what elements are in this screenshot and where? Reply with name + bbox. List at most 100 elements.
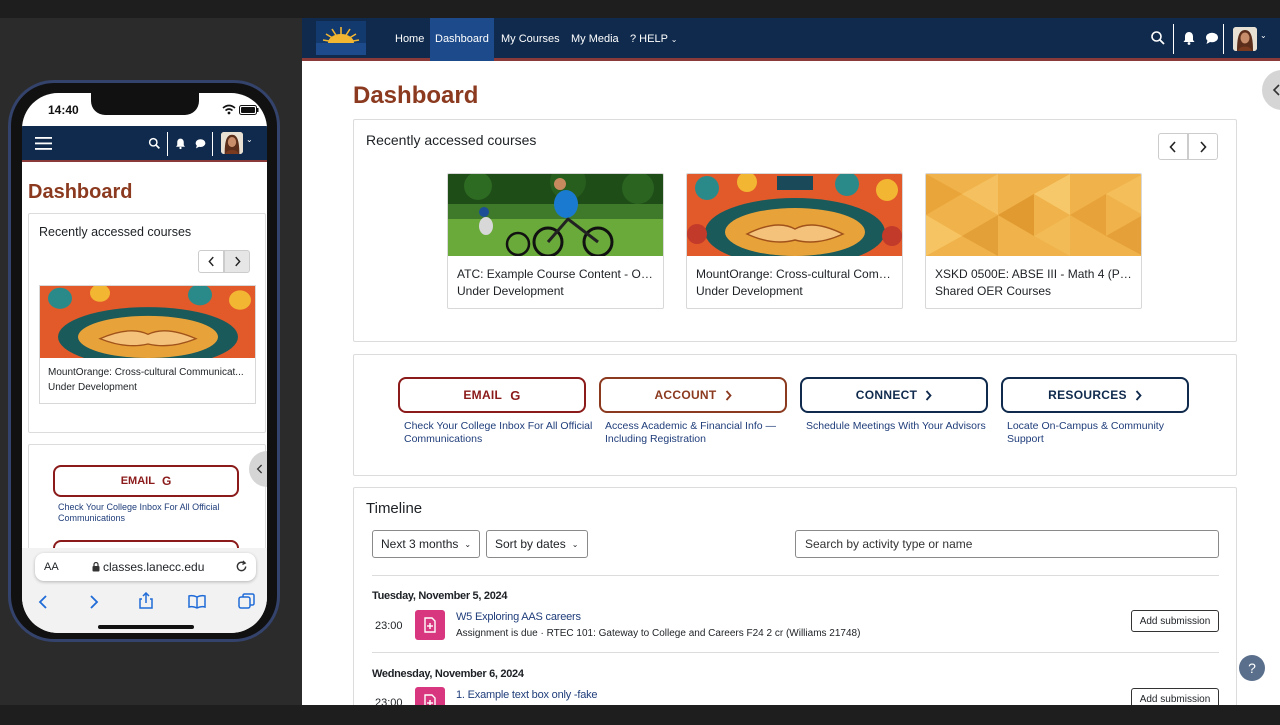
home-indicator xyxy=(98,625,194,629)
course-image-cyclists xyxy=(448,174,663,256)
resources-description: Locate On-Campus & Community Support xyxy=(1007,420,1164,445)
user-avatar[interactable] xyxy=(221,132,243,154)
hamburger-menu-icon[interactable] xyxy=(35,137,52,150)
chevron-down-icon[interactable]: ⌄ xyxy=(246,135,253,144)
course-title[interactable]: ATC: Example Course Content - OER... xyxy=(457,267,657,281)
chevron-left-icon xyxy=(256,464,263,474)
search-icon[interactable] xyxy=(148,137,161,150)
timeline-block: Timeline Next 3 months ⌄ Sort by dates ⌄… xyxy=(353,487,1237,705)
reader-aa-button[interactable]: AA xyxy=(44,561,59,573)
course-title[interactable]: MountOrange: Cross-cultural Communicat..… xyxy=(48,367,251,378)
chevron-down-icon: ⌄ xyxy=(464,539,472,549)
phone-screen: 14:40 ⌄ Dashboard Recently accessed cour… xyxy=(22,93,267,633)
email-button-label: EMAIL xyxy=(463,388,503,402)
url-bar[interactable]: AA classes.lanecc.edu xyxy=(35,553,256,581)
add-submission-button[interactable]: Add submission xyxy=(1131,688,1219,705)
chevron-right-icon xyxy=(1200,140,1207,153)
prev-page-button[interactable] xyxy=(1158,133,1188,160)
account-button[interactable]: ACCOUNT xyxy=(599,377,787,413)
prev-page-button[interactable] xyxy=(198,250,224,273)
account-button-label: ACCOUNT xyxy=(654,388,717,402)
google-g-icon: G xyxy=(510,387,521,403)
recent-courses-block: Recently accessed courses ATC: Example C… xyxy=(353,119,1237,342)
phone-mockup: 14:40 ⌄ Dashboard Recently accessed cour… xyxy=(8,80,280,642)
nav-my-courses[interactable]: My Courses xyxy=(496,18,565,61)
bottom-strip xyxy=(0,705,1280,725)
course-title[interactable]: MountOrange: Cross-cultural Comm... xyxy=(696,267,896,281)
event-time: 23:00 xyxy=(375,697,403,705)
phone-navbar: ⌄ xyxy=(22,126,267,162)
bell-icon[interactable] xyxy=(1181,30,1197,46)
wifi-icon xyxy=(222,104,236,115)
timeline-search-input[interactable]: Search by activity type or name xyxy=(795,530,1219,558)
battery-icon xyxy=(239,105,259,115)
safari-toolbar: AA classes.lanecc.edu xyxy=(22,548,267,633)
sort-value: Sort by dates xyxy=(495,537,566,551)
nav-dashboard[interactable]: Dashboard xyxy=(430,18,494,61)
date-range-select[interactable]: Next 3 months ⌄ xyxy=(372,530,480,558)
sort-select[interactable]: Sort by dates ⌄ xyxy=(486,530,588,558)
email-button-label: EMAIL xyxy=(120,475,155,487)
next-page-button[interactable] xyxy=(224,250,250,273)
connect-button[interactable]: CONNECT xyxy=(800,377,988,413)
chevron-left-icon xyxy=(1272,84,1280,96)
add-submission-button[interactable]: Add submission xyxy=(1131,610,1219,632)
tabs-icon[interactable] xyxy=(238,593,255,610)
phone-course-card[interactable]: MountOrange: Cross-cultural Communicat..… xyxy=(39,285,256,404)
course-image-geometric xyxy=(926,174,1141,256)
chat-bubble-icon[interactable] xyxy=(1204,30,1220,46)
resources-button[interactable]: RESOURCES xyxy=(1001,377,1189,413)
forward-arrow-icon[interactable] xyxy=(89,594,99,610)
event-time: 23:00 xyxy=(375,620,403,632)
nav-divider xyxy=(1173,24,1174,54)
phone-quick-links-block: EMAIL G Check Your College Inbox For All… xyxy=(28,444,266,564)
course-card[interactable]: XSKD 0500E: ABSE III - Math 4 (Pfaf... S… xyxy=(925,173,1142,309)
date-range-value: Next 3 months xyxy=(381,537,459,551)
course-title[interactable]: XSKD 0500E: ABSE III - Math 4 (Pfaf... xyxy=(935,267,1135,281)
assignment-icon xyxy=(415,687,445,705)
chat-bubble-icon[interactable] xyxy=(194,137,207,150)
college-logo-icon[interactable] xyxy=(316,21,366,55)
block-drawer-toggle[interactable] xyxy=(1262,70,1280,110)
course-card[interactable]: ATC: Example Course Content - OER... Und… xyxy=(447,173,664,309)
nav-help[interactable]: ? HELP ⌄ xyxy=(625,18,682,61)
course-category: Under Development xyxy=(457,284,564,298)
email-button[interactable]: EMAIL G xyxy=(398,377,586,413)
timeline-title: Timeline xyxy=(366,500,423,517)
nav-divider xyxy=(167,132,168,156)
nav-divider xyxy=(1223,24,1224,54)
course-image-handshake xyxy=(40,286,255,367)
course-card[interactable]: MountOrange: Cross-cultural Comm... Unde… xyxy=(686,173,903,309)
help-button[interactable]: ? xyxy=(1239,655,1265,681)
nav-my-media[interactable]: My Media xyxy=(566,18,624,61)
status-time: 14:40 xyxy=(48,103,79,117)
share-icon[interactable] xyxy=(138,592,154,610)
phone-recent-courses-block: Recently accessed courses MountOrange: C… xyxy=(28,213,266,433)
timeline-date-heading: Wednesday, November 6, 2024 xyxy=(372,668,524,680)
chevron-right-icon xyxy=(725,389,732,401)
event-subtitle: Assignment is due · RTEC 101: Gateway to… xyxy=(456,628,861,639)
account-description: Access Academic & Financial Info — Inclu… xyxy=(605,420,776,445)
chevron-down-icon[interactable]: ⌄ xyxy=(1260,31,1267,40)
next-page-button[interactable] xyxy=(1188,133,1218,160)
chevron-left-icon xyxy=(1169,140,1176,153)
back-arrow-icon[interactable] xyxy=(38,594,48,610)
page-title: Dashboard xyxy=(353,82,479,109)
quick-links-block: EMAIL G Check Your College Inbox For All… xyxy=(353,354,1237,476)
email-description: Check Your College Inbox For All Officia… xyxy=(58,502,220,523)
chevron-right-icon xyxy=(926,389,932,401)
reload-icon[interactable] xyxy=(235,560,248,573)
event-title-link[interactable]: 1. Example text box only -fake xyxy=(456,689,598,701)
lock-icon xyxy=(92,562,100,572)
event-title-link[interactable]: W5 Exploring AAS careers xyxy=(456,611,581,623)
desktop-browser: Home Dashboard My Courses My Media ? HEL… xyxy=(302,18,1280,705)
top-navbar: Home Dashboard My Courses My Media ? HEL… xyxy=(302,18,1280,61)
email-button[interactable]: EMAIL G xyxy=(53,465,239,497)
bell-icon[interactable] xyxy=(174,137,187,150)
chevron-right-icon xyxy=(234,256,241,267)
user-avatar[interactable] xyxy=(1233,27,1257,51)
nav-home[interactable]: Home xyxy=(390,18,429,61)
recent-courses-title: Recently accessed courses xyxy=(366,132,537,148)
search-icon[interactable] xyxy=(1150,30,1166,46)
bookmarks-icon[interactable] xyxy=(188,594,206,609)
